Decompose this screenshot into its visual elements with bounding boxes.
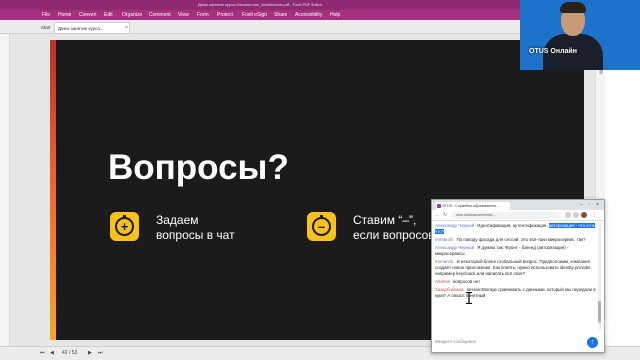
item-none-line1: Ставим “–”, [353,213,417,227]
browser-tab-strip: OTUS - Служебно-образователь... – ▫ × [432,200,604,210]
chat-author: mrmarchi [435,237,454,242]
browser-menu-icon[interactable]: ⋮ [592,211,597,220]
chat-message: Александр Черный Идентификация, аутентиф… [435,223,596,235]
chat-text: И некоторый более глобальный вопрос. Пре… [435,258,592,277]
tab-document[interactable]: Демо-занятие курса... × [54,22,130,33]
next-page-icon[interactable]: ▶ [88,347,92,360]
chat-author: Зазарбобаков [435,286,464,292]
chat-text: Идентификация, аутентификация, [477,223,548,228]
extension-icon[interactable] [565,212,571,218]
title-bar: Демо-занятие курса Microservice_Architec… [0,0,520,10]
extension-icon[interactable] [573,212,579,218]
close-icon[interactable]: × [596,201,599,209]
chat-author: Andrew [435,279,450,284]
document-tab-bar: Start Демо-занятие курса... × [0,20,520,34]
first-page-icon[interactable]: ⏮ [40,347,45,360]
browser-tab[interactable]: OTUS - Служебно-образователь... [436,202,510,210]
slide-heading: Вопросы? [108,148,289,187]
panel-tool-icon[interactable] [599,70,603,74]
chat-message: mrmarchi По поводу фасада для сессий. Эт… [435,237,596,243]
page-indicator[interactable]: 42 / 53 [62,347,77,360]
tab-close-icon[interactable]: × [125,23,128,34]
presenter-hair [560,2,586,13]
minus-icon: – [317,219,326,234]
chat-message: Andrew вопросов нет [435,279,596,285]
last-page-icon[interactable]: ⏭ [98,347,103,360]
menu-organize[interactable]: Organize [122,10,142,20]
otus-favicon-icon [437,204,441,208]
browser-address-bar: ← ↻ otus.ru/lessons/events/... ⋮ [432,210,604,221]
tab-document-label: Демо-занятие курса... [58,26,104,31]
menu-convert[interactable]: Convert [79,10,97,20]
menu-protect[interactable]: Protect [217,10,233,20]
plus-clock-icon: + [110,212,139,241]
text-cursor-icon [466,292,472,304]
menu-edit[interactable]: Edit [104,10,113,20]
tab-start[interactable]: Start [38,22,54,33]
minimize-icon[interactable]: – [580,201,583,209]
webcam-feed: OTUS Онлайн [520,0,640,70]
menu-comment[interactable]: Comment [149,10,171,20]
chat-author: Александр Черный [435,244,475,250]
window-title: Демо-занятие курса Microservice_Architec… [198,2,322,7]
chat-text: По поводу фасада для сессий. Это всё-так… [456,237,586,242]
chat-author: Александр Черный [435,223,475,228]
chat-message: mrmarchi И некоторый более глобальный во… [435,259,596,278]
webcam-label: OTUS Онлайн [529,48,577,55]
item-ask-line1: Задаем [156,213,199,227]
left-navigation-panel [0,34,10,346]
browser-tab-title: OTUS - Служебно-образователь... [442,204,500,208]
item-ask-line2: вопросы в чат [156,228,235,242]
menu-file[interactable]: File [42,10,50,20]
reload-icon[interactable]: ↻ [443,211,447,220]
slide-accent-bar [50,40,56,340]
menu-form[interactable]: Form [197,10,209,20]
url-field[interactable]: otus.ru/lessons/events/... [452,212,560,219]
menu-accessibility[interactable]: Accessibility [295,10,322,20]
zoom-watermark: zoom [545,310,610,340]
chat-message: Александр Черный Я думаю так: Фронт - бэ… [435,245,596,257]
chat-author: mrmarchi [435,258,454,264]
back-icon[interactable]: ← [435,211,440,220]
maximize-icon[interactable]: ▫ [588,201,590,209]
menu-help[interactable]: Help [330,10,340,20]
prev-page-icon[interactable]: ◀ [50,347,54,360]
minus-clock-icon: – [307,212,336,241]
chat-message: Зазарбобаков sessionStorage сравнивать с… [435,287,596,299]
menu-bar: File Home Convert Edit Organize Comment … [0,10,520,20]
menu-view[interactable]: View [178,10,189,20]
chat-text: вопросов нет [453,279,481,284]
menu-share[interactable]: Share [274,10,287,20]
plus-icon: + [120,219,129,234]
profile-avatar[interactable] [581,212,587,218]
menu-home[interactable]: Home [58,10,71,20]
menu-foxit-esign[interactable]: Foxit eSign [242,10,267,20]
